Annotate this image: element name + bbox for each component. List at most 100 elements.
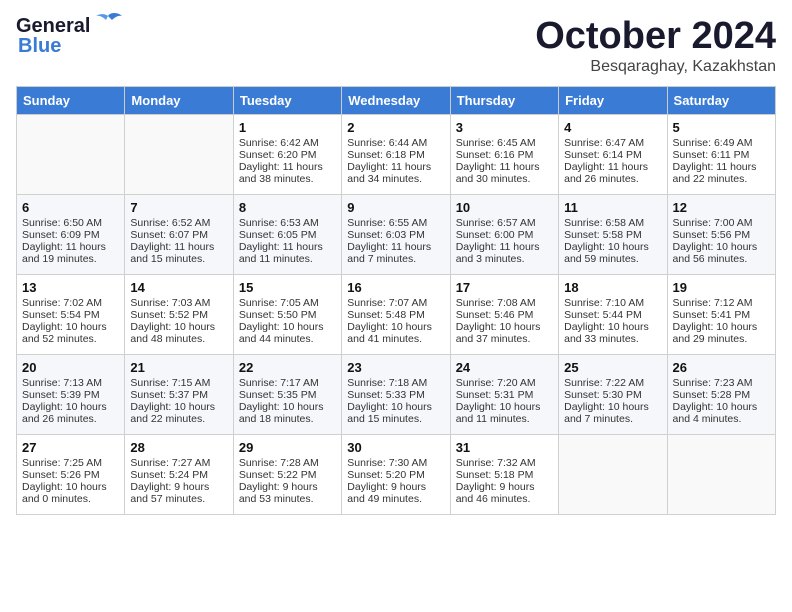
col-thursday: Thursday: [450, 86, 558, 114]
sunrise-text: Sunrise: 6:57 AM: [456, 217, 553, 229]
calendar-week-row: 6Sunrise: 6:50 AMSunset: 6:09 PMDaylight…: [17, 194, 776, 274]
day-number: 14: [130, 280, 227, 295]
logo-blue: Blue: [18, 36, 61, 56]
table-row: [667, 434, 775, 514]
sunrise-text: Sunrise: 6:45 AM: [456, 137, 553, 149]
table-row: 6 Sunrise: 6:50 AMSunset: 6:09 PMDaylight…: [17, 194, 125, 274]
month-title: October 2024: [535, 16, 776, 58]
table-row: 24Sunrise: 7:20 AMSunset: 5:31 PMDayligh…: [450, 354, 558, 434]
table-row: 11Sunrise: 6:58 AMSunset: 5:58 PMDayligh…: [559, 194, 667, 274]
table-row: 23Sunrise: 7:18 AMSunset: 5:33 PMDayligh…: [342, 354, 450, 434]
sunset-text: Sunset: 5:28 PM: [673, 389, 770, 401]
sunset-text: Sunset: 5:37 PM: [130, 389, 227, 401]
sunset-text: Sunset: 6:14 PM: [564, 149, 661, 161]
daylight-text: Daylight: 10 hours and 52 minutes.: [22, 321, 119, 345]
day-number: 23: [347, 360, 444, 375]
logo-general: General: [16, 16, 90, 36]
sunrise-text: Sunrise: 6:58 AM: [564, 217, 661, 229]
col-tuesday: Tuesday: [233, 86, 341, 114]
calendar-week-row: 20Sunrise: 7:13 AMSunset: 5:39 PMDayligh…: [17, 354, 776, 434]
calendar-header-row: Sunday Monday Tuesday Wednesday Thursday…: [17, 86, 776, 114]
daylight-text: Daylight: 11 hours and 11 minutes.: [239, 241, 336, 265]
sunrise-text: Sunrise: 7:28 AM: [239, 457, 336, 469]
sunrise-text: Sunrise: 7:32 AM: [456, 457, 553, 469]
daylight-text: Daylight: 11 hours and 34 minutes.: [347, 161, 444, 185]
logo-bird-icon: [94, 12, 122, 34]
col-friday: Friday: [559, 86, 667, 114]
day-number: 6: [22, 200, 119, 215]
sunrise-text: Sunrise: 7:12 AM: [673, 297, 770, 309]
day-number: 16: [347, 280, 444, 295]
day-number: 17: [456, 280, 553, 295]
day-number: 9: [347, 200, 444, 215]
day-number: 3: [456, 120, 553, 135]
daylight-text: Daylight: 10 hours and 33 minutes.: [564, 321, 661, 345]
sunrise-text: Sunrise: 7:23 AM: [673, 377, 770, 389]
day-number: 11: [564, 200, 661, 215]
table-row: 5Sunrise: 6:49 AMSunset: 6:11 PMDaylight…: [667, 114, 775, 194]
sunrise-text: Sunrise: 7:05 AM: [239, 297, 336, 309]
sunset-text: Sunset: 6:03 PM: [347, 229, 444, 241]
daylight-text: Daylight: 10 hours and 0 minutes.: [22, 481, 119, 505]
daylight-text: Daylight: 10 hours and 7 minutes.: [564, 401, 661, 425]
day-number: 18: [564, 280, 661, 295]
table-row: 18Sunrise: 7:10 AMSunset: 5:44 PMDayligh…: [559, 274, 667, 354]
col-saturday: Saturday: [667, 86, 775, 114]
title-block: October 2024 Besqaraghay, Kazakhstan: [535, 16, 776, 76]
sunrise-text: Sunrise: 7:07 AM: [347, 297, 444, 309]
daylight-text: Daylight: 10 hours and 41 minutes.: [347, 321, 444, 345]
table-row: 9Sunrise: 6:55 AMSunset: 6:03 PMDaylight…: [342, 194, 450, 274]
table-row: 3 Sunrise: 6:45 AMSunset: 6:16 PMDaylight…: [450, 114, 558, 194]
sunset-text: Sunset: 6:07 PM: [130, 229, 227, 241]
sunrise-text: Sunrise: 7:15 AM: [130, 377, 227, 389]
sunrise-text: Sunrise: 7:03 AM: [130, 297, 227, 309]
day-number: 28: [130, 440, 227, 455]
table-row: [559, 434, 667, 514]
sunset-text: Sunset: 5:56 PM: [673, 229, 770, 241]
daylight-text: Daylight: 10 hours and 11 minutes.: [456, 401, 553, 425]
calendar-week-row: 13Sunrise: 7:02 AMSunset: 5:54 PMDayligh…: [17, 274, 776, 354]
day-number: 27: [22, 440, 119, 455]
daylight-text: Daylight: 10 hours and 18 minutes.: [239, 401, 336, 425]
table-row: 31Sunrise: 7:32 AMSunset: 5:18 PMDayligh…: [450, 434, 558, 514]
daylight-text: Daylight: 11 hours and 26 minutes.: [564, 161, 661, 185]
table-row: 20Sunrise: 7:13 AMSunset: 5:39 PMDayligh…: [17, 354, 125, 434]
daylight-text: Daylight: 11 hours and 3 minutes.: [456, 241, 553, 265]
table-row: 4Sunrise: 6:47 AMSunset: 6:14 PMDaylight…: [559, 114, 667, 194]
daylight-text: Daylight: 11 hours and 19 minutes.: [22, 241, 119, 265]
sunset-text: Sunset: 5:33 PM: [347, 389, 444, 401]
sunset-text: Sunset: 5:44 PM: [564, 309, 661, 321]
sunset-text: Sunset: 6:11 PM: [673, 149, 770, 161]
day-number: 2: [347, 120, 444, 135]
sunset-text: Sunset: 6:09 PM: [22, 229, 119, 241]
daylight-text: Daylight: 9 hours and 46 minutes.: [456, 481, 553, 505]
daylight-text: Daylight: 10 hours and 48 minutes.: [130, 321, 227, 345]
sunrise-text: Sunrise: 6:42 AM: [239, 137, 336, 149]
calendar-table: Sunday Monday Tuesday Wednesday Thursday…: [16, 86, 776, 515]
sunset-text: Sunset: 5:30 PM: [564, 389, 661, 401]
day-number: 29: [239, 440, 336, 455]
sunrise-text: Sunrise: 7:18 AM: [347, 377, 444, 389]
table-row: 22Sunrise: 7:17 AMSunset: 5:35 PMDayligh…: [233, 354, 341, 434]
sunset-text: Sunset: 5:52 PM: [130, 309, 227, 321]
day-number: 21: [130, 360, 227, 375]
daylight-text: Daylight: 11 hours and 30 minutes.: [456, 161, 553, 185]
table-row: 7Sunrise: 6:52 AMSunset: 6:07 PMDaylight…: [125, 194, 233, 274]
col-monday: Monday: [125, 86, 233, 114]
day-number: 22: [239, 360, 336, 375]
header-area: General Blue October 2024 Besqaraghay, K…: [16, 16, 776, 76]
daylight-text: Daylight: 10 hours and 29 minutes.: [673, 321, 770, 345]
daylight-text: Daylight: 10 hours and 59 minutes.: [564, 241, 661, 265]
table-row: 17Sunrise: 7:08 AMSunset: 5:46 PMDayligh…: [450, 274, 558, 354]
day-number: 8: [239, 200, 336, 215]
sunrise-text: Sunrise: 6:50 AM: [22, 217, 119, 229]
day-number: 15: [239, 280, 336, 295]
daylight-text: Daylight: 9 hours and 53 minutes.: [239, 481, 336, 505]
sunrise-text: Sunrise: 6:53 AM: [239, 217, 336, 229]
sunrise-text: Sunrise: 6:49 AM: [673, 137, 770, 149]
daylight-text: Daylight: 9 hours and 57 minutes.: [130, 481, 227, 505]
sunrise-text: Sunrise: 6:52 AM: [130, 217, 227, 229]
table-row: 10Sunrise: 6:57 AMSunset: 6:00 PMDayligh…: [450, 194, 558, 274]
daylight-text: Daylight: 11 hours and 22 minutes.: [673, 161, 770, 185]
sunset-text: Sunset: 6:16 PM: [456, 149, 553, 161]
